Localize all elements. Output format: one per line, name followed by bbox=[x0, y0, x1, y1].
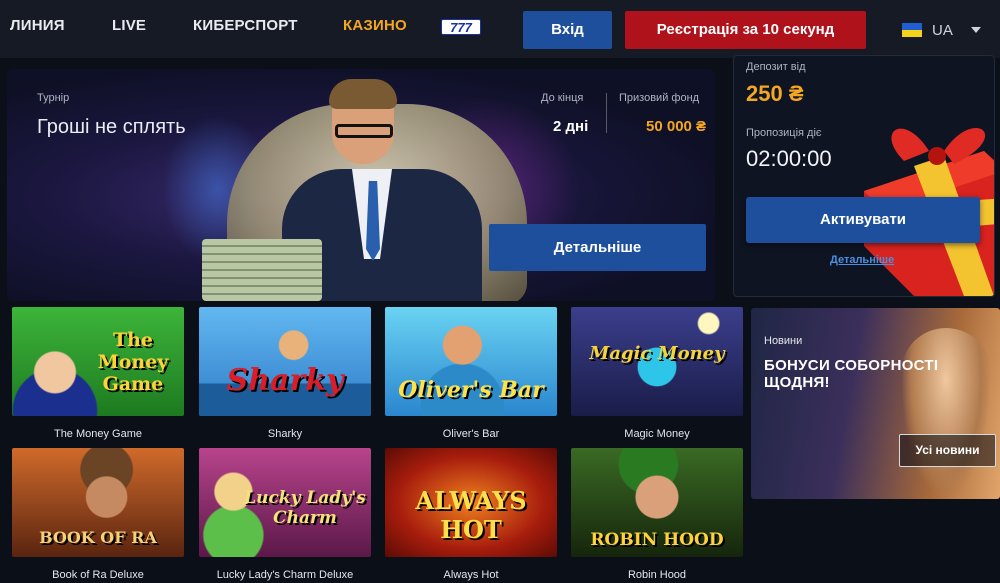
game-tile-magic-money[interactable]: Magic Money bbox=[571, 307, 743, 416]
money-stack-image bbox=[202, 239, 322, 301]
nav-item-live[interactable]: LIVE bbox=[112, 17, 146, 34]
game-logo: Sharky bbox=[226, 363, 344, 398]
deposit-label: Депозит від bbox=[746, 61, 806, 73]
game-title[interactable]: Book of Ra Deluxe bbox=[12, 569, 184, 581]
game-tile-lucky-ladys-charm[interactable]: Lucky Lady's Charm bbox=[199, 448, 371, 557]
businessman-hair bbox=[329, 79, 397, 109]
casino-games-grid: The Money Game The Money Game Sharky Sha… bbox=[7, 304, 745, 583]
prize-fund-value: 50 000 ₴ bbox=[646, 118, 707, 135]
game-logo: BOOK OF RA bbox=[39, 528, 157, 547]
deposit-amount: 250 ₴ bbox=[746, 81, 804, 106]
game-tile-olivers-bar[interactable]: Oliver's Bar bbox=[385, 307, 557, 416]
language-code: UA bbox=[932, 21, 953, 39]
ukraine-flag-icon bbox=[902, 23, 922, 37]
all-news-button[interactable]: Усі новини bbox=[899, 434, 996, 467]
divider bbox=[606, 93, 607, 133]
nav-item-casino[interactable]: КАЗИНО bbox=[343, 17, 407, 34]
game-thumbnail bbox=[199, 307, 371, 416]
game-logo: ROBIN HOOD bbox=[590, 530, 724, 550]
game-logo: ALWAYS HOT bbox=[415, 486, 527, 544]
countdown-timer: 02:00:00 bbox=[746, 146, 832, 171]
game-logo: The Money Game bbox=[97, 329, 169, 395]
game-tile-sharky[interactable]: Sharky bbox=[199, 307, 371, 416]
game-tile-robin-hood[interactable]: ROBIN HOOD bbox=[571, 448, 743, 557]
game-logo: Oliver's Bar bbox=[398, 377, 544, 403]
tournament-banner[interactable]: Турнір Гроші не сплять До кінця 2 дні Пр… bbox=[7, 69, 715, 301]
news-label: Новини bbox=[764, 335, 803, 347]
nav-item-line[interactable]: ЛИНИЯ bbox=[10, 17, 65, 34]
nav-item-777-badge[interactable]: 777 bbox=[441, 19, 481, 35]
gift-box-icon bbox=[864, 127, 994, 296]
game-tile-book-of-ra-deluxe[interactable]: BOOK OF RA bbox=[12, 448, 184, 557]
bonus-details-link[interactable]: Детальніше bbox=[830, 254, 894, 266]
chevron-down-icon bbox=[970, 27, 981, 33]
deadline-label: До кінця bbox=[541, 92, 584, 104]
register-button[interactable]: Реєстрація за 10 секунд bbox=[625, 11, 866, 49]
game-tile-always-hot[interactable]: ALWAYS HOT bbox=[385, 448, 557, 557]
offer-valid-label: Пропозиція діє bbox=[746, 127, 822, 139]
nav-item-esports[interactable]: КИБЕРСПОРТ bbox=[193, 17, 298, 34]
activate-button[interactable]: Активувати bbox=[746, 197, 980, 243]
game-title[interactable]: Oliver's Bar bbox=[385, 428, 557, 440]
tournament-type-label: Турнір bbox=[37, 92, 70, 104]
top-navigation-bar: ЛИНИЯ LIVE КИБЕРСПОРТ КАЗИНО 777 Вхід Ре… bbox=[0, 0, 1000, 58]
game-title[interactable]: Lucky Lady's Charm Deluxe bbox=[199, 569, 371, 581]
game-title[interactable]: Always Hot bbox=[385, 569, 557, 581]
deadline-value: 2 дні bbox=[553, 118, 589, 135]
game-title[interactable]: Sharky bbox=[199, 428, 371, 440]
glasses-icon bbox=[335, 124, 393, 138]
news-card[interactable]: Новини БОНУСИ СОБОРНОСТІ ЩОДНЯ! Усі нови… bbox=[751, 308, 1000, 499]
deposit-bonus-panel: Депозит від 250 ₴ Пропозиція діє 02:00:0… bbox=[733, 55, 995, 297]
game-title[interactable]: The Money Game bbox=[12, 428, 184, 440]
game-title[interactable]: Magic Money bbox=[571, 428, 743, 440]
prize-fund-label: Призовий фонд bbox=[619, 92, 700, 104]
language-selector[interactable]: UA bbox=[902, 20, 981, 40]
login-button[interactable]: Вхід bbox=[523, 11, 612, 49]
game-logo: Magic Money bbox=[589, 343, 725, 364]
tournament-title: Гроші не сплять bbox=[37, 116, 186, 138]
game-title[interactable]: Robin Hood bbox=[571, 569, 743, 581]
news-headline: БОНУСИ СОБОРНОСТІ ЩОДНЯ! bbox=[764, 357, 939, 391]
tournament-details-button[interactable]: Детальніше bbox=[489, 224, 706, 271]
news-promo-image bbox=[901, 328, 991, 499]
game-logo: Lucky Lady's Charm bbox=[244, 488, 366, 528]
game-tile-the-money-game[interactable]: The Money Game bbox=[12, 307, 184, 416]
